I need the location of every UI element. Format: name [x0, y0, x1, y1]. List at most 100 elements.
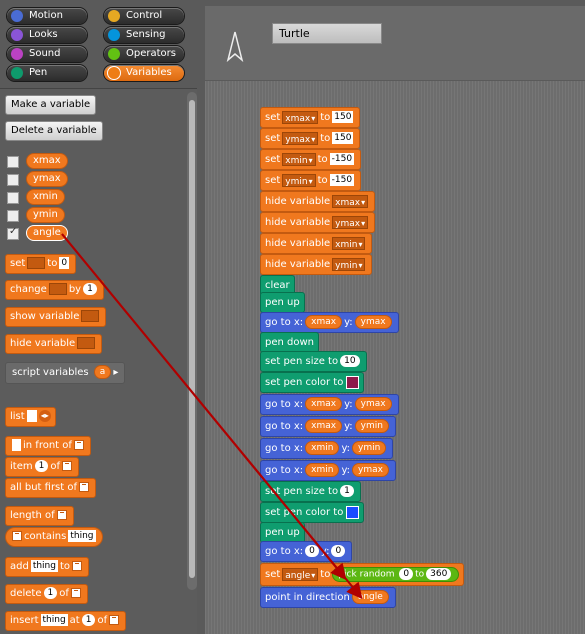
- category-variables[interactable]: Variables: [104, 65, 184, 81]
- script-pen-down[interactable]: pen down: [260, 332, 319, 353]
- script-goto-xmin-ymin[interactable]: go to x: xmin y: ymin: [260, 438, 394, 459]
- palette-scrollbar-thumb[interactable]: [189, 100, 195, 578]
- script-set-xmax[interactable]: setxmaxto150: [260, 107, 361, 128]
- script-set-pen-size[interactable]: set pen size to 10: [260, 351, 367, 372]
- y-reporter[interactable]: ymin: [352, 441, 387, 455]
- x-reporter[interactable]: xmin: [305, 463, 340, 477]
- script-goto-xmax-ymin[interactable]: go to x: xmax y: ymin: [260, 416, 396, 437]
- category-control[interactable]: Control: [104, 8, 184, 24]
- value-slot[interactable]: 150: [332, 132, 354, 144]
- change-var-block[interactable]: change by 1: [5, 280, 104, 300]
- script-hide-ymin[interactable]: hide variable ymin: [260, 254, 373, 275]
- var-ymin[interactable]: ymin: [26, 207, 65, 223]
- var-dropdown[interactable]: [77, 337, 96, 349]
- sprite-name-field[interactable]: Turtle: [272, 23, 382, 44]
- var-dropdown[interactable]: xmin: [282, 152, 316, 166]
- y-reporter[interactable]: ymax: [354, 397, 392, 411]
- value-slot[interactable]: thing: [30, 560, 58, 572]
- category-sound[interactable]: Sound: [7, 46, 87, 62]
- var-xmin[interactable]: xmin: [26, 189, 65, 205]
- script-set-pen-color-2[interactable]: set pen color to: [260, 502, 365, 523]
- x-reporter[interactable]: xmax: [305, 397, 343, 411]
- xmin-watcher-checkbox[interactable]: [7, 192, 19, 204]
- list-slot-icon[interactable]: [72, 561, 83, 571]
- script-goto-xmin-ymax[interactable]: go to x: xmin y: ymax: [260, 460, 396, 481]
- list-slot-icon[interactable]: [61, 461, 72, 471]
- var-dropdown[interactable]: xmax: [282, 110, 319, 124]
- var-ymax[interactable]: ymax: [26, 171, 68, 187]
- x-reporter[interactable]: xmin: [305, 441, 340, 455]
- script-pen-up[interactable]: pen up: [260, 292, 305, 313]
- script-set-ymax[interactable]: setymaxto150: [260, 128, 361, 149]
- script-point-in-direction[interactable]: point in direction angle: [260, 587, 396, 608]
- script-pen-up-2[interactable]: pen up: [260, 522, 305, 543]
- y-reporter[interactable]: ymax: [352, 463, 389, 477]
- index-slot[interactable]: 1: [34, 460, 49, 472]
- all-but-first-block[interactable]: all but first of: [5, 478, 97, 498]
- category-sensing[interactable]: Sensing: [104, 27, 184, 43]
- script-set-pen-color[interactable]: set pen color to: [260, 372, 365, 393]
- color-swatch[interactable]: [346, 505, 360, 519]
- var-dropdown[interactable]: [48, 283, 67, 295]
- angle-reporter[interactable]: angle: [351, 590, 389, 604]
- value-slot[interactable]: 150: [332, 111, 354, 123]
- y-reporter[interactable]: ymin: [354, 419, 389, 433]
- var-dropdown[interactable]: ymin: [332, 257, 366, 271]
- size-slot[interactable]: 1: [340, 485, 354, 497]
- item-slot[interactable]: [12, 439, 21, 451]
- size-slot[interactable]: 10: [340, 355, 360, 367]
- script-hide-xmin[interactable]: hide variable xmin: [260, 233, 373, 254]
- from-slot[interactable]: 0: [399, 567, 414, 580]
- script-set-angle[interactable]: setangletopick random 0to360: [260, 563, 465, 586]
- category-pen[interactable]: Pen: [7, 65, 87, 81]
- hide-variable-block[interactable]: hide variable: [5, 334, 103, 354]
- var-dropdown[interactable]: [81, 310, 100, 322]
- var-xmax[interactable]: xmax: [26, 153, 68, 169]
- y-reporter[interactable]: ymax: [354, 315, 392, 329]
- list-slot-icon[interactable]: [70, 588, 81, 598]
- category-motion[interactable]: Motion: [7, 8, 87, 24]
- index-slot[interactable]: 1: [81, 614, 96, 626]
- list-slot-icon[interactable]: [12, 531, 22, 541]
- x-reporter[interactable]: xmax: [305, 419, 343, 433]
- delete-of-block[interactable]: delete 1 of: [5, 584, 88, 604]
- list-item-slot[interactable]: [26, 410, 37, 422]
- index-slot[interactable]: 1: [43, 587, 58, 599]
- var-dropdown[interactable]: ymax: [332, 215, 369, 229]
- delete-variable-button[interactable]: Delete a variable: [5, 121, 103, 141]
- var-dropdown[interactable]: ymax: [282, 131, 319, 145]
- x-slot[interactable]: 0: [305, 545, 319, 557]
- make-variable-button[interactable]: Make a variable: [5, 95, 97, 115]
- insert-at-block[interactable]: insert thing at 1 of: [5, 611, 127, 631]
- category-operators[interactable]: Operators: [104, 46, 184, 62]
- item-of-block[interactable]: item 1 of: [5, 457, 79, 477]
- list-arrows-icon[interactable]: ◂▸: [38, 410, 51, 422]
- var-angle[interactable]: angle: [26, 225, 68, 241]
- list-slot-icon[interactable]: [79, 482, 90, 492]
- set-var-block[interactable]: set to 0: [5, 254, 77, 274]
- list-slot-icon[interactable]: [109, 615, 120, 625]
- value-slot[interactable]: 0: [59, 257, 70, 269]
- show-variable-block[interactable]: show variable: [5, 307, 107, 327]
- in-front-of-block[interactable]: in front of: [5, 436, 91, 456]
- var-dropdown[interactable]: angle: [282, 567, 319, 581]
- script-set-xmin[interactable]: setxminto-150: [260, 149, 362, 170]
- contains-block[interactable]: contains thing: [5, 527, 103, 547]
- xmax-watcher-checkbox[interactable]: [7, 156, 19, 168]
- ymin-watcher-checkbox[interactable]: [7, 210, 19, 222]
- script-goto-xmax-ymax-2[interactable]: go to x: xmax y: ymax: [260, 394, 399, 415]
- var-dropdown[interactable]: xmin: [332, 236, 366, 250]
- expand-arrow-icon[interactable]: ▸: [113, 367, 118, 378]
- list-block[interactable]: list ◂▸: [5, 407, 56, 427]
- value-slot[interactable]: -150: [329, 153, 355, 165]
- script-set-ymin[interactable]: setyminto-150: [260, 170, 362, 191]
- var-dropdown[interactable]: ymin: [282, 173, 316, 187]
- list-slot-icon[interactable]: [73, 440, 84, 450]
- y-slot[interactable]: 0: [331, 545, 346, 557]
- add-to-list-block[interactable]: add thing to: [5, 557, 90, 577]
- x-reporter[interactable]: xmax: [305, 315, 343, 329]
- var-dropdown[interactable]: [27, 257, 46, 269]
- script-var-a[interactable]: a: [93, 365, 112, 379]
- color-swatch[interactable]: [346, 375, 360, 389]
- var-dropdown[interactable]: xmax: [332, 194, 369, 208]
